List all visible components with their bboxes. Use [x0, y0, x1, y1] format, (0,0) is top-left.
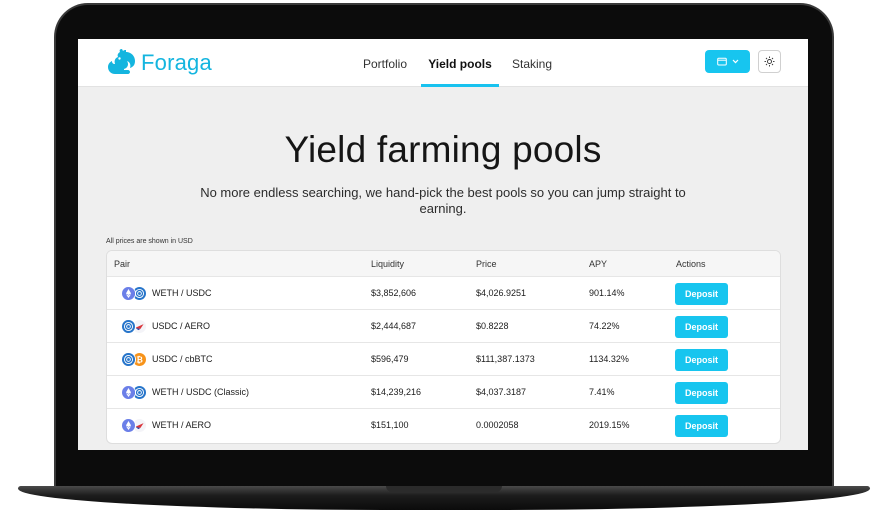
- chevron-down-icon: [732, 59, 738, 64]
- column-header-pair: Pair: [114, 259, 131, 269]
- column-header-liquidity: Liquidity: [371, 259, 405, 269]
- app-screen: Foraga Portfolio Yield pools Staking Yie…: [78, 39, 808, 450]
- column-header-actions: Actions: [676, 259, 706, 269]
- wallet-icon: [716, 57, 727, 66]
- pair-name: WETH / USDC (Classic): [152, 387, 249, 397]
- nav-tab-staking[interactable]: Staking: [506, 39, 558, 87]
- usdc-icon: [121, 352, 136, 367]
- usdc-icon: [121, 319, 136, 334]
- theme-toggle-button[interactable]: [758, 50, 781, 73]
- liquidity-value: $14,239,216: [371, 387, 422, 397]
- pair-name: USDC / cbBTC: [152, 354, 213, 364]
- pair-name: WETH / USDC: [152, 288, 212, 298]
- sun-icon: [764, 56, 775, 67]
- liquidity-value: $151,100: [371, 420, 409, 430]
- table-row: ₿ USDC / cbBTC $596,479 $111,387.1373 11…: [107, 343, 780, 376]
- currency-note: All prices are shown in USD: [106, 238, 193, 245]
- main-nav: Portfolio Yield pools Staking: [78, 39, 808, 87]
- weth-icon: [121, 418, 136, 433]
- page-title: Yield farming pools: [284, 129, 602, 170]
- table-header: Pair Liquidity Price APY Actions: [107, 251, 780, 277]
- table-row: WETH / USDC (Classic) $14,239,216 $4,037…: [107, 376, 780, 409]
- liquidity-value: $3,852,606: [371, 288, 417, 298]
- apy-value: 74.22%: [589, 321, 620, 331]
- token-pair-icons: ₿: [121, 352, 149, 368]
- apy-value: 901.14%: [589, 288, 625, 298]
- svg-text:₿: ₿: [136, 354, 143, 364]
- column-header-apy: APY: [589, 259, 608, 269]
- deposit-button[interactable]: Deposit: [675, 415, 728, 437]
- apy-value: 1134.32%: [589, 354, 629, 364]
- token-pair-icons: [121, 385, 149, 401]
- liquidity-value: $2,444,687: [371, 321, 417, 331]
- price-value: $4,026.9251: [476, 288, 527, 298]
- table-row: WETH / USDC $3,852,606 $4,026.9251 901.1…: [107, 277, 780, 310]
- weth-icon: [121, 385, 136, 400]
- nav-tab-yield-pools[interactable]: Yield pools: [421, 39, 499, 87]
- apy-value: 7.41%: [589, 387, 615, 397]
- laptop-notch: [386, 486, 502, 492]
- price-value: $4,037.3187: [476, 387, 527, 397]
- nav-tab-portfolio[interactable]: Portfolio: [356, 39, 414, 87]
- token-pair-icons: [121, 418, 149, 434]
- token-pair-icons: [121, 319, 149, 335]
- weth-icon: [121, 286, 136, 301]
- price-value: 0.0002058: [476, 420, 519, 430]
- price-value: $111,387.1373: [476, 354, 535, 364]
- price-value: $0.8228: [476, 321, 509, 331]
- deposit-button[interactable]: Deposit: [675, 349, 728, 371]
- pair-name: WETH / AERO: [152, 420, 212, 430]
- page-subtitle: No more endless searching, we hand-pick …: [200, 185, 686, 216]
- deposit-button[interactable]: Deposit: [675, 382, 728, 404]
- token-pair-icons: [121, 286, 149, 302]
- deposit-button[interactable]: Deposit: [675, 316, 728, 338]
- top-navbar: Foraga Portfolio Yield pools Staking: [78, 39, 808, 87]
- table-row: USDC / AERO $2,444,687 $0.8228 74.22% De…: [107, 310, 780, 343]
- pools-table: Pair Liquidity Price APY Actions WETH / …: [106, 250, 781, 444]
- liquidity-value: $596,479: [371, 354, 409, 364]
- wallet-button[interactable]: [705, 50, 750, 73]
- table-row: WETH / AERO $151,100 0.0002058 2019.15% …: [107, 409, 780, 442]
- deposit-button[interactable]: Deposit: [675, 283, 728, 305]
- apy-value: 2019.15%: [589, 420, 630, 430]
- pair-name: USDC / AERO: [152, 321, 211, 331]
- column-header-price: Price: [476, 259, 497, 269]
